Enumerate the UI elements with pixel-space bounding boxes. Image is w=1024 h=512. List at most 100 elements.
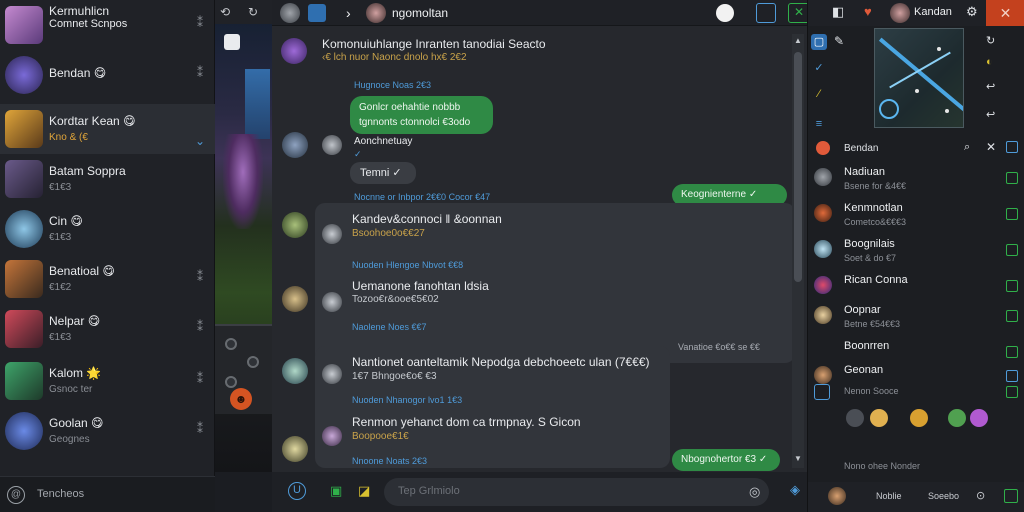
conversation-item[interactable]: Benatioal 😋 €1€2 ⁑ [0,254,215,304]
message-timestamp: Vanatioe €o€€ se €€ [678,342,760,352]
reply-icon[interactable]: ↩ [986,108,995,121]
avatar[interactable] [280,3,300,23]
conversation-subtitle: Geognes [49,434,90,445]
camera-icon[interactable]: ◧ [832,4,844,20]
conversation-item[interactable]: Kalom 🌟 Gsnoc ter ⁑ [0,356,215,406]
avatar [322,135,342,155]
refresh-icon[interactable]: ⟲ [220,5,230,19]
contact-checkbox[interactable] [1006,208,1018,220]
check-icon[interactable]: ✓ [811,60,827,76]
scroll-up-icon[interactable]: ▲ [792,36,804,45]
message-text: Gonlcr oehahtie nobbb [359,102,461,113]
sidebar-search-bar[interactable]: @ Tencheos [0,476,215,512]
attach-icon[interactable]: ▣ [330,483,342,499]
check-icon: ✓ [354,149,362,159]
chevron-down-icon[interactable]: ⌄ [195,134,205,148]
bell-icon[interactable]: ◐ [986,56,993,68]
tool-column: ▢ ✓ ⁄ ≡ [808,30,830,140]
conversation-item[interactable]: Kordtar Kean 😋 Kno & (€ ⌄ [0,104,215,154]
close-icon[interactable]: ✕ [986,140,996,154]
chat-scrollbar[interactable]: ▲ ▼ [792,34,804,468]
right-footer: Noblie Soeebo ⊙ [808,482,1024,512]
contact-item[interactable]: Kenmnotlan Cometco&€€€3 [808,196,1024,232]
reaction-icon[interactable] [910,409,928,427]
avatar [322,426,342,446]
reaction-icon[interactable] [948,409,966,427]
contact-checkbox[interactable] [1006,310,1018,322]
message-timestamp: Nuoden Hlengoe Nbvot €€8 [352,260,464,270]
window-toggle-button[interactable] [224,34,240,50]
settings-icon[interactable]: ⊙ [976,489,985,502]
reaction-icon[interactable] [870,409,888,427]
conversation-item[interactable]: Goolan 😋 Geognes ⁑ [0,406,215,456]
conversation-item[interactable]: Bendan 😋 ⁑ [0,50,215,100]
reaction-icon[interactable] [970,409,988,427]
pin-icon[interactable]: ⁑ [195,270,205,284]
folder-icon[interactable] [308,4,326,22]
link-icon[interactable]: ↩ [986,80,995,93]
game-art-panel: ☻ [215,24,272,472]
avatar[interactable] [828,487,846,505]
contact-item[interactable]: Nadiuan Bsene for &4€€ [808,160,1024,196]
pin-toggle-button[interactable] [756,3,776,23]
pin-icon[interactable]: ⁑ [195,320,205,334]
conversation-item[interactable]: Cin 😋 €1€3 [0,204,215,254]
list-icon[interactable]: ≡ [811,116,827,132]
contact-checkbox[interactable] [1006,386,1018,398]
app-root: Kermuhlicn Comnet Scnpos ⁑ Bendan 😋 ⁑ Ko… [0,0,1024,512]
pin-icon[interactable]: ⁑ [195,372,205,386]
emoji-icon[interactable]: ◎ [749,484,760,500]
window-icon[interactable]: ▢ [811,34,827,50]
scroll-thumb[interactable] [794,52,802,282]
contact-item[interactable]: Nenon Sooce [808,380,1024,404]
search-icon[interactable]: ⌕ [964,141,970,154]
conversation-name: Kermuhlicn [49,4,110,18]
avatar [5,260,43,298]
map-dot [945,109,949,113]
pin-icon[interactable]: ⁑ [195,16,205,30]
gear-icon[interactable]: ⚙ [966,4,978,20]
brush-icon[interactable]: ✎ [834,34,844,48]
send-icon[interactable]: ◈ [790,482,800,498]
map-dot [915,89,919,93]
expand-icon[interactable] [1006,141,1018,153]
message-input[interactable]: Tep Grlmiolo ◎ [384,478,769,506]
status-icon[interactable] [716,4,734,22]
footer-label: Noblie [876,491,902,501]
more-icon[interactable]: ⁑ [195,66,205,80]
conversation-subtitle: Comnet Scnpos [49,18,128,30]
conversation-item[interactable]: Kermuhlicn Comnet Scnpos ⁑ [0,0,215,50]
contact-item[interactable]: Boognilais Soet & do €7 [808,232,1024,268]
art-knob [225,338,237,350]
message-bubble: Gonlcr oehahtie nobbb tgnnonts ctonnolci… [350,96,493,134]
contact-checkbox[interactable] [1006,172,1018,184]
contact-checkbox[interactable] [1006,346,1018,358]
avatar[interactable] [890,3,910,23]
conversation-subtitle: €1€3 [49,332,72,343]
pen-icon[interactable]: ⁄ [811,86,827,102]
contact-item[interactable]: Oopnar Betne €54€€3 [808,298,1024,334]
avatar [282,436,308,462]
pin-icon[interactable]: ⁑ [195,422,205,436]
conversation-name: Kordtar Kean 😋 [49,114,136,128]
minimap[interactable] [874,28,964,128]
quick-reply-pill[interactable]: Temni ✓ [350,162,416,184]
sticker-icon[interactable]: ◪ [358,483,370,499]
conversation-item[interactable]: Batam Soppra €1€3 [0,154,215,204]
contact-checkbox[interactable] [1006,280,1018,292]
conversation-item[interactable]: Nelpar 😋 €1€3 ⁑ [0,304,215,354]
refresh-icon[interactable]: ↻ [986,34,995,47]
heart-icon[interactable]: ♥ [864,4,872,19]
grid-icon[interactable] [1004,489,1018,503]
avatar [282,212,308,238]
contact-checkbox[interactable] [1006,244,1018,256]
message-text: tgnnonts ctonnolci €3odo [359,117,471,128]
chevron-right-icon[interactable]: › [346,5,351,21]
reload-icon[interactable]: ↻ [248,5,258,19]
avatar [814,204,832,222]
mic-icon[interactable]: U [288,482,306,500]
scroll-down-icon[interactable]: ▼ [792,454,804,463]
message-text: Kandev&connoci ‖ &oonnan [352,212,502,226]
close-icon[interactable]: ✕ [986,0,1024,26]
reaction-icon[interactable] [846,409,864,427]
